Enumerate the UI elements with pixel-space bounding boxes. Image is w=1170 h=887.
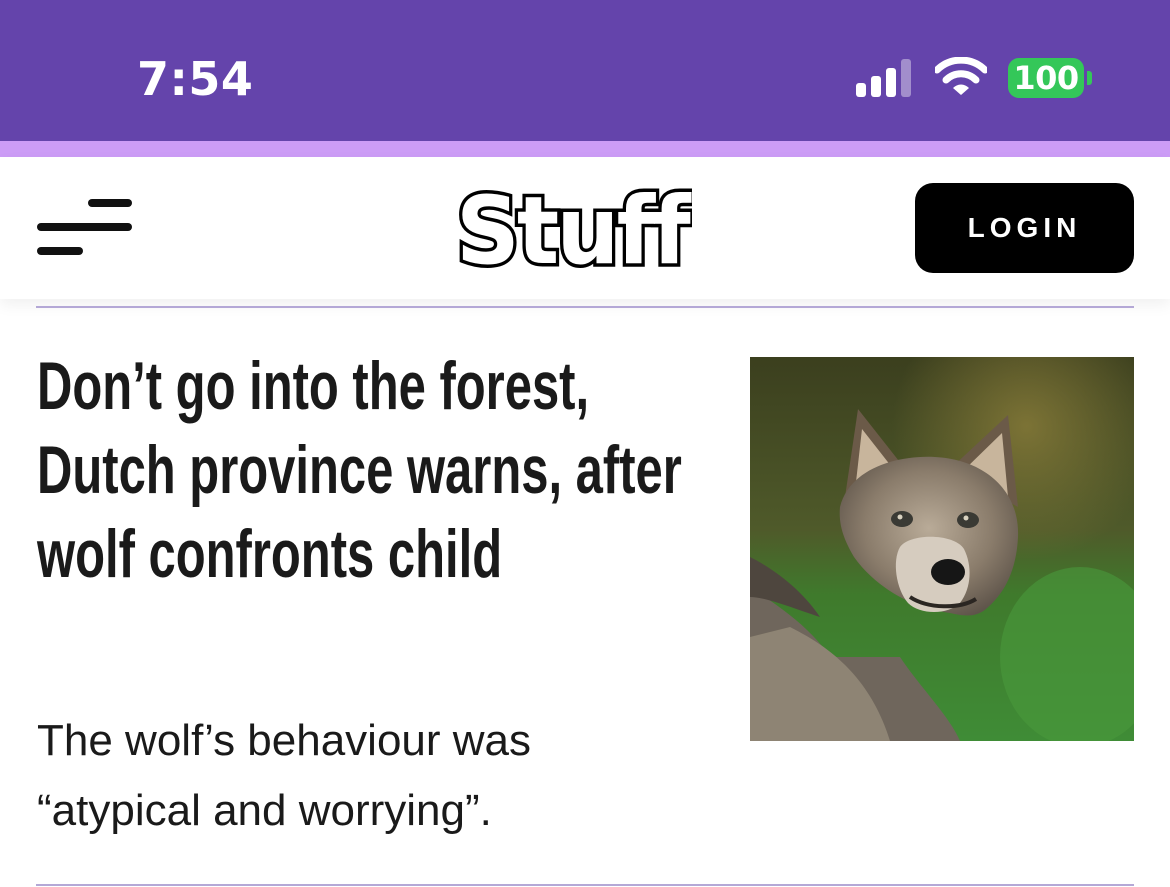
status-time: 7:54 — [137, 52, 254, 106]
hamburger-menu-icon[interactable] — [36, 197, 134, 259]
battery-nub — [1087, 71, 1092, 85]
article-summary: The wolf’s behaviour was “atypical and w… — [37, 716, 532, 835]
article-headline[interactable]: Don’t go into the forest, Dutch province… — [37, 344, 727, 596]
logo-text-inner: Stuff — [456, 181, 692, 273]
divider — [36, 884, 1134, 886]
wifi-icon — [935, 57, 987, 95]
accent-strip — [0, 141, 1170, 157]
divider — [36, 306, 1134, 308]
wolf-photo[interactable] — [750, 357, 1134, 741]
battery-icon: 100 — [1008, 58, 1084, 98]
stuff-logo[interactable]: Stuff Stuff — [452, 181, 693, 273]
signal-icon — [856, 59, 911, 97]
login-button[interactable]: LOGIN — [915, 183, 1134, 273]
